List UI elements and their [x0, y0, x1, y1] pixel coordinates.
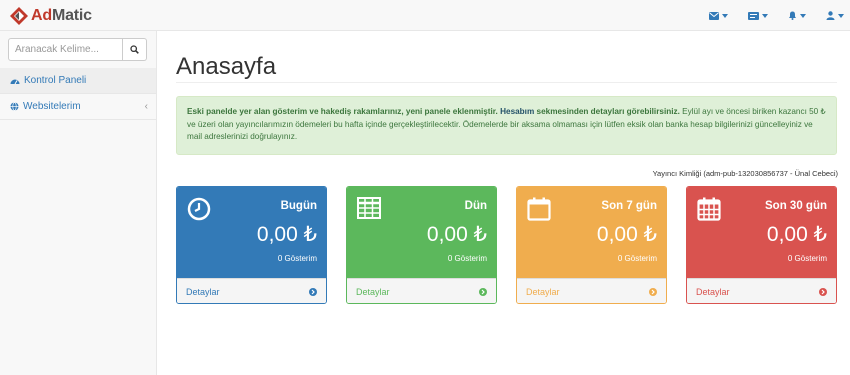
stat-panel-last-7-days: Son 7 gün 0,00 ₺ 0 Gösterim Detaylar [516, 186, 667, 304]
dashboard-icon [10, 79, 20, 84]
arrow-circle-right-icon [819, 288, 827, 296]
panel-footer-label: Detaylar [526, 287, 560, 297]
navbar-right [689, 0, 844, 31]
info-alert: Eski panelde yer alan gösterim ve hakedi… [176, 96, 837, 155]
panel-views: 0 Gösterim [277, 254, 317, 263]
bell-icon [789, 11, 796, 20]
panel-label: Son 30 gün [765, 200, 827, 212]
envelope-icon [709, 11, 719, 20]
messages-dropdown[interactable] [709, 11, 728, 20]
arrow-circle-right-icon [479, 288, 487, 296]
panel-amount: 0,00 ₺ [256, 223, 317, 246]
alerts-dropdown[interactable] [788, 11, 806, 20]
arrow-circle-right-icon [649, 288, 657, 296]
stat-panel-last-30-days: Son 30 gün 0,00 ₺ 0 Gösterim Detaylar [686, 186, 837, 304]
user-dropdown[interactable] [826, 11, 844, 20]
user-icon [826, 11, 835, 20]
caret-down-icon [838, 13, 844, 18]
sidebar-item-kontrol-paneli[interactable]: Kontrol Paneli [0, 68, 156, 94]
search-input[interactable] [8, 38, 123, 61]
panel-views: 0 Gösterim [447, 254, 487, 263]
sidebar: Kontrol Paneli Websitelerim ‹ [0, 31, 157, 375]
search-icon [130, 45, 139, 54]
chevron-left-icon: ‹ [144, 101, 148, 112]
tasks-icon [748, 11, 759, 20]
panel-heading: Son 30 gün 0,00 ₺ 0 Gösterim [687, 187, 836, 278]
panel-amount: 0,00 ₺ [766, 223, 827, 246]
globe-icon [10, 102, 19, 111]
panel-details-link[interactable]: Detaylar [177, 278, 326, 303]
alert-bold-start: Eski panelde yer alan gösterim ve hakedi… [187, 107, 498, 116]
brand-logo[interactable]: AdMatic [9, 6, 92, 26]
brand-name: AdMatic [31, 7, 92, 25]
panel-label: Bugün [280, 200, 317, 212]
panel-label: Son 7 gün [601, 200, 657, 212]
panel-amount: 0,00 ₺ [426, 223, 487, 246]
panel-views: 0 Gösterim [787, 254, 827, 263]
panel-footer-label: Detaylar [696, 287, 730, 297]
tasks-dropdown[interactable] [748, 11, 768, 20]
panel-footer-label: Detaylar [186, 287, 220, 297]
table-icon [357, 197, 381, 219]
sidebar-item-label: Websitelerim [23, 101, 81, 112]
title-divider [176, 82, 837, 83]
alert-bold-end: sekmesinden detayları görebilirsiniz. [536, 107, 680, 116]
panel-details-link[interactable]: Detaylar [347, 278, 496, 303]
admatic-logo-icon [10, 7, 28, 25]
main-content: Anasayfa Eski panelde yer alan gösterim … [157, 31, 850, 375]
sidebar-item-label: Kontrol Paneli [24, 75, 87, 86]
top-navbar: AdMatic [0, 0, 850, 31]
arrow-circle-right-icon [309, 288, 317, 296]
panel-heading: Son 7 gün 0,00 ₺ 0 Gösterim [517, 187, 666, 278]
panel-heading: Dün 0,00 ₺ 0 Gösterim [347, 187, 496, 278]
search-button[interactable] [123, 38, 147, 61]
page-title: Anasayfa [176, 53, 277, 80]
caret-down-icon [800, 13, 806, 18]
brand-suffix: Matic [51, 7, 92, 24]
sidebar-item-websitelerim[interactable]: Websitelerim ‹ [0, 94, 156, 120]
stat-panel-yesterday: Dün 0,00 ₺ 0 Gösterim Detaylar [346, 186, 497, 304]
calendar-grid-icon [697, 197, 721, 221]
calendar-icon [527, 197, 551, 221]
panel-footer-label: Detaylar [356, 287, 390, 297]
panel-amount: 0,00 ₺ [596, 223, 657, 246]
publisher-id: Yayıncı Kimliği (adm-pub-132030856737 - … [652, 169, 838, 178]
panel-details-link[interactable]: Detaylar [517, 278, 666, 303]
sidebar-search [8, 38, 147, 61]
panel-details-link[interactable]: Detaylar [687, 278, 836, 303]
stat-panel-today: Bugün 0,00 ₺ 0 Gösterim Detaylar [176, 186, 327, 304]
panel-label: Dün [464, 200, 487, 212]
panel-heading: Bugün 0,00 ₺ 0 Gösterim [177, 187, 326, 278]
panel-views: 0 Gösterim [617, 254, 657, 263]
brand-prefix: Ad [31, 7, 52, 24]
caret-down-icon [722, 13, 728, 18]
caret-down-icon [762, 13, 768, 18]
account-link[interactable]: Hesabım [500, 107, 534, 116]
clock-icon [187, 197, 211, 221]
